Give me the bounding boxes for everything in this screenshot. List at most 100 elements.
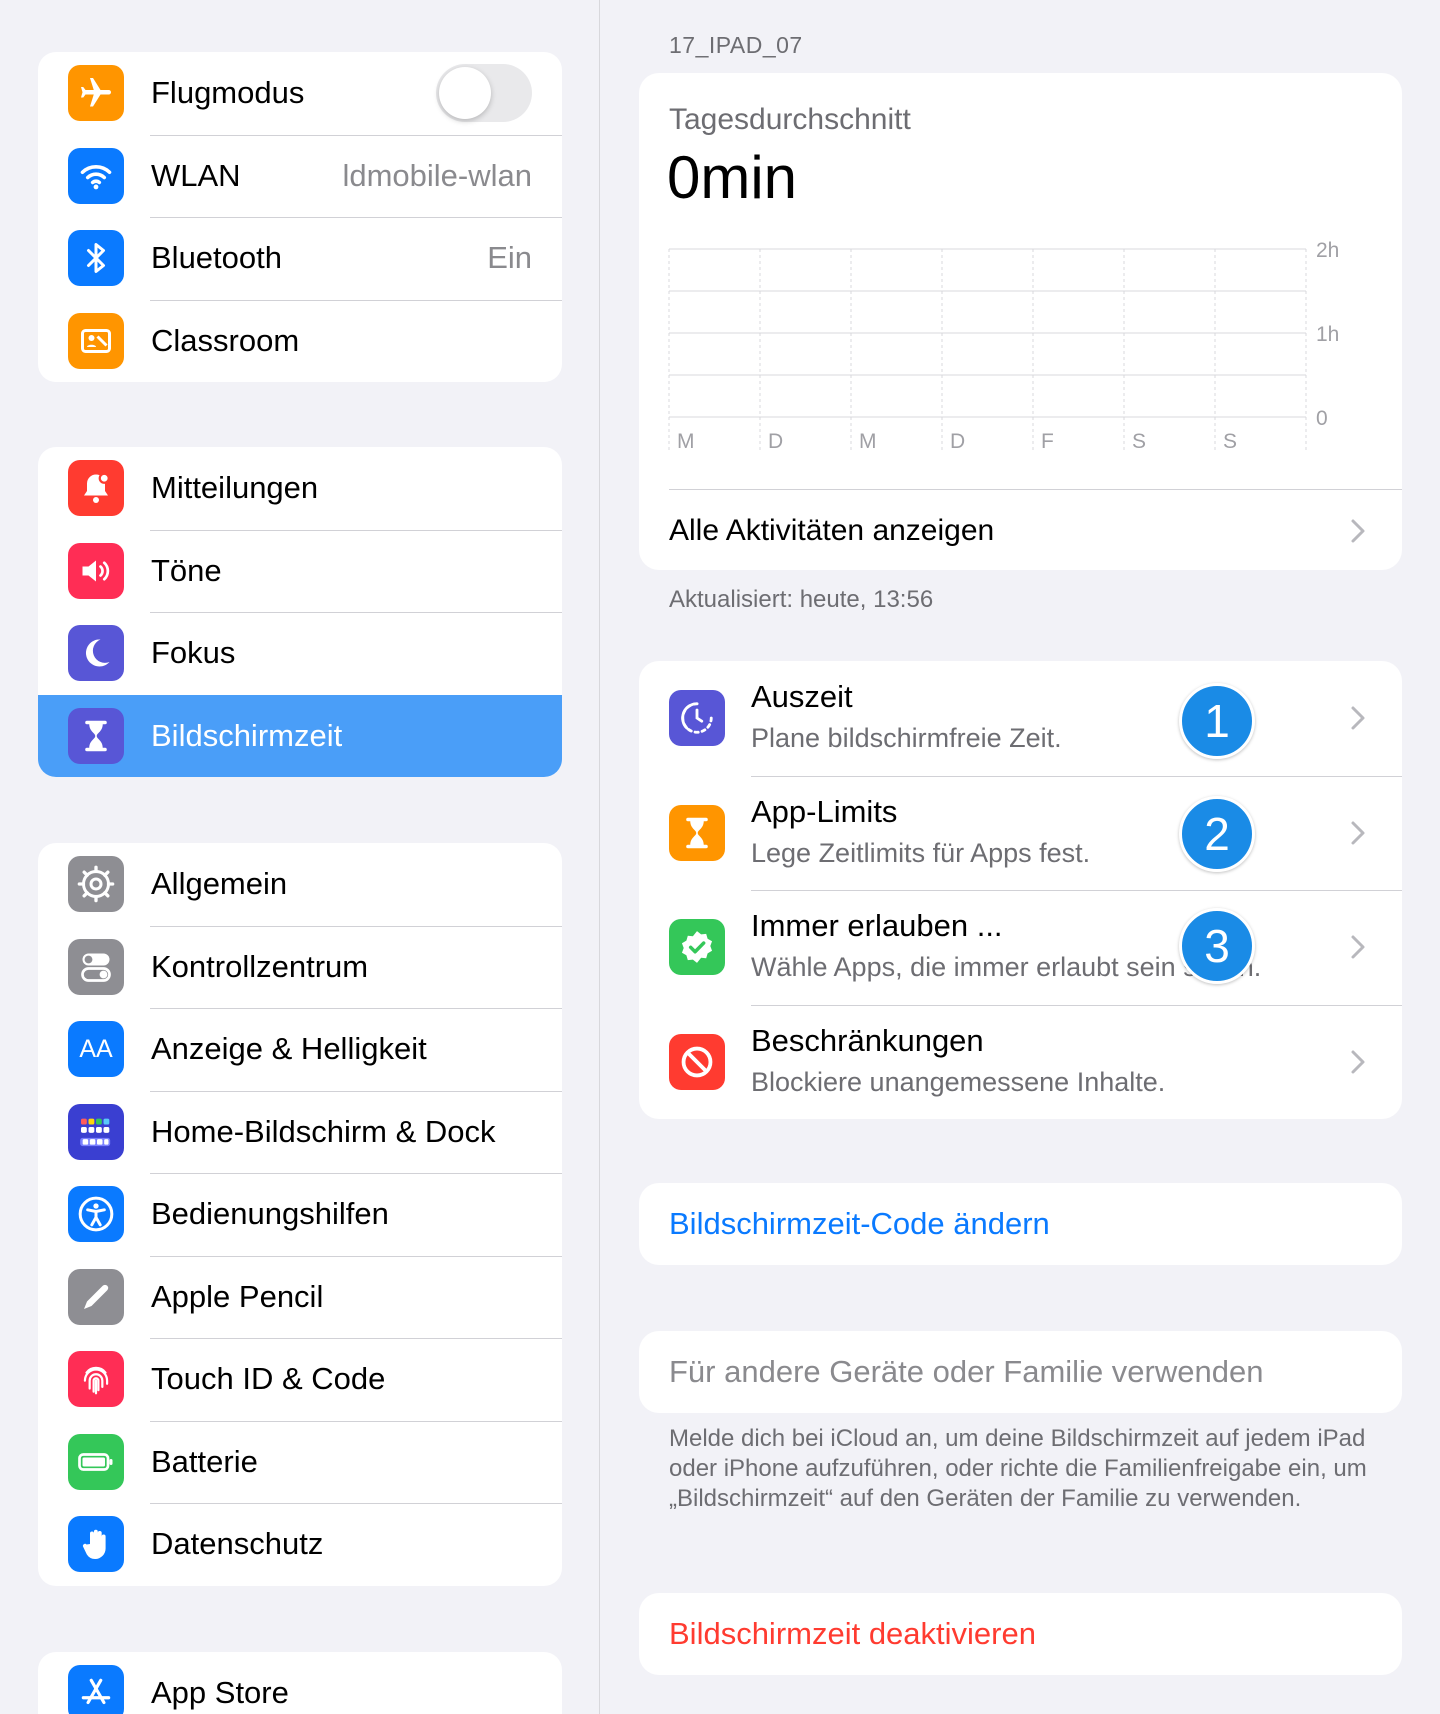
sidebar-item-label: Classroom bbox=[151, 322, 300, 358]
option-app-limits[interactable]: App-Limits Lege Zeitlimits für Apps fest… bbox=[639, 775, 1402, 891]
chart-y-tick-label: 2h bbox=[1316, 239, 1339, 262]
accessibility-icon bbox=[68, 1186, 124, 1243]
option-subtitle: Lege Zeitlimits für Apps fest. bbox=[751, 837, 1091, 868]
chevron-right-icon bbox=[1351, 519, 1365, 542]
fingerprint-icon bbox=[68, 1351, 124, 1408]
wlan-network-value: ldmobile-wlan bbox=[342, 157, 532, 193]
daily-average-card: Tagesdurchschnitt 0min 2h 1h 0 M D M D F S S Alle… bbox=[639, 73, 1402, 570]
option-title: Immer erlauben ... bbox=[751, 908, 1003, 943]
chart-y-tick-label: 1h bbox=[1316, 323, 1339, 346]
option-auszeit[interactable]: Auszeit Plane bildschirmfreie Zeit. bbox=[639, 661, 1402, 776]
chart-x-tick-label: M bbox=[677, 430, 695, 453]
sidebar-item-home-bildschirm[interactable]: Home-Bildschirm & Dock bbox=[38, 1090, 562, 1174]
family-devices-label: Für andere Geräte oder Familie verwenden bbox=[669, 1354, 1264, 1389]
app-grid-icon bbox=[68, 1103, 124, 1160]
sidebar-group-general: Allgemein Kontrollzentrum AA Anzeige & H… bbox=[38, 843, 562, 1586]
sidebar-group-notifications: Mitteilungen Töne Fokus Bildschirmzeit bbox=[38, 447, 562, 777]
toggle-knob bbox=[439, 67, 491, 120]
callout-badge-1: 1 bbox=[1179, 683, 1255, 759]
show-all-activity-row[interactable]: Alle Aktivitäten anzeigen bbox=[669, 489, 1402, 570]
sidebar-item-label: Anzeige & Helligkeit bbox=[151, 1031, 427, 1067]
sidebar-item-bildschirmzeit[interactable]: Bildschirmzeit bbox=[38, 694, 562, 777]
sidebar-item-label: Flugmodus bbox=[151, 75, 305, 111]
wifi-icon bbox=[68, 147, 124, 204]
checkmark-seal-icon bbox=[669, 919, 725, 976]
sidebar-item-mitteilungen[interactable]: Mitteilungen bbox=[38, 447, 562, 530]
hourglass-icon bbox=[669, 804, 725, 861]
sidebar-item-label: Touch ID & Code bbox=[151, 1361, 386, 1397]
chevron-right-icon bbox=[1351, 706, 1365, 730]
classroom-icon bbox=[68, 312, 124, 369]
sidebar-item-label: Bluetooth bbox=[151, 240, 282, 276]
moon-icon bbox=[68, 625, 124, 682]
gear-icon bbox=[68, 856, 124, 913]
option-immer-erlauben[interactable]: Immer erlauben ... Wähle Apps, die immer… bbox=[639, 890, 1402, 1005]
sidebar-item-label: Allgemein bbox=[151, 866, 288, 902]
option-title: Auszeit bbox=[751, 679, 853, 714]
sidebar-item-datenschutz[interactable]: Datenschutz bbox=[38, 1503, 562, 1586]
sidebar-item-anzeige-helligkeit[interactable]: AA Anzeige & Helligkeit bbox=[38, 1008, 562, 1091]
hourglass-icon bbox=[68, 707, 124, 764]
sidebar-item-apple-pencil[interactable]: Apple Pencil bbox=[38, 1255, 562, 1339]
sidebar-item-label: Bedienungshilfen bbox=[151, 1196, 389, 1232]
sidebar-item-label: Batterie bbox=[151, 1443, 258, 1479]
downtime-icon bbox=[669, 690, 725, 747]
option-subtitle: Blockiere unangemessene Inhalte. bbox=[751, 1066, 1166, 1097]
speaker-icon bbox=[68, 542, 124, 599]
airplane-mode-toggle[interactable] bbox=[436, 64, 532, 123]
icloud-footnote: Melde dich bei iCloud an, um deine Bilds… bbox=[669, 1425, 1367, 1512]
chevron-right-icon bbox=[1351, 821, 1365, 845]
change-passcode-label: Bildschirmzeit-Code ändern bbox=[669, 1206, 1050, 1241]
sidebar-item-batterie[interactable]: Batterie bbox=[38, 1420, 562, 1504]
screen-time-options-card: Auszeit Plane bildschirmfreie Zeit. App-… bbox=[639, 661, 1402, 1119]
sidebar-item-label: Bildschirmzeit bbox=[151, 717, 343, 753]
pencil-icon bbox=[68, 1268, 124, 1325]
chevron-right-icon bbox=[1351, 1050, 1365, 1074]
settings-sidebar: Flugmodus WLAN ldmobile-wlan Bluetooth E… bbox=[0, 0, 600, 1714]
chart-x-tick-label: D bbox=[950, 430, 965, 453]
text-size-icon: AA bbox=[68, 1021, 124, 1078]
chart-x-tick-label: D bbox=[768, 430, 783, 453]
deactivate-screen-time-row[interactable]: Bildschirmzeit deaktivieren bbox=[639, 1593, 1402, 1675]
screen-time-detail: 17_IPAD_07 Tagesdurchschnitt 0min 2h 1h 0 M… bbox=[601, 0, 1440, 1714]
sidebar-item-classroom[interactable]: Classroom bbox=[38, 299, 562, 383]
sidebar-item-label: Fokus bbox=[151, 635, 236, 671]
sidebar-group-connectivity: Flugmodus WLAN ldmobile-wlan Bluetooth E… bbox=[38, 52, 562, 382]
sidebar-item-flugmodus[interactable]: Flugmodus bbox=[38, 52, 562, 135]
option-subtitle: Plane bildschirmfreie Zeit. bbox=[751, 723, 1062, 753]
sidebar-item-label: Apple Pencil bbox=[151, 1278, 324, 1314]
sidebar-item-wlan[interactable]: WLAN ldmobile-wlan bbox=[38, 134, 562, 218]
sidebar-item-label: App Store bbox=[151, 1675, 289, 1711]
family-devices-row[interactable]: Für andere Geräte oder Familie verwenden bbox=[639, 1331, 1402, 1413]
app-store-icon bbox=[68, 1665, 124, 1714]
sidebar-item-toene[interactable]: Töne bbox=[38, 529, 562, 613]
hand-icon bbox=[68, 1516, 124, 1573]
chart-y-tick-label: 0 bbox=[1316, 407, 1328, 430]
chart-x-tick-label: M bbox=[859, 430, 877, 453]
text-size-icon-label: AA bbox=[79, 1034, 113, 1063]
sidebar-item-kontrollzentrum[interactable]: Kontrollzentrum bbox=[38, 925, 562, 1009]
sidebar-item-app-store[interactable]: App Store bbox=[38, 1652, 562, 1714]
sidebar-item-label: Kontrollzentrum bbox=[151, 948, 369, 984]
chart-x-tick-label: S bbox=[1223, 430, 1237, 453]
sidebar-item-label: WLAN bbox=[151, 157, 241, 193]
sidebar-item-fokus[interactable]: Fokus bbox=[38, 612, 562, 695]
option-beschraenkungen[interactable]: Beschränkungen Blockiere unangemessene I… bbox=[639, 1004, 1402, 1120]
sidebar-item-bluetooth[interactable]: Bluetooth Ein bbox=[38, 217, 562, 300]
switches-icon bbox=[68, 938, 124, 995]
sidebar-item-allgemein[interactable]: Allgemein bbox=[38, 843, 562, 926]
notifications-bell-icon bbox=[68, 460, 124, 517]
bluetooth-status-value: Ein bbox=[487, 240, 532, 276]
sidebar-item-bedienungshilfen[interactable]: Bedienungshilfen bbox=[38, 1173, 562, 1256]
option-title: App-Limits bbox=[751, 793, 898, 829]
option-title: Beschränkungen bbox=[751, 1022, 984, 1058]
sidebar-item-touch-id[interactable]: Touch ID & Code bbox=[38, 1338, 562, 1421]
chart-x-tick-label: S bbox=[1132, 430, 1146, 453]
deactivate-screen-time-label: Bildschirmzeit deaktivieren bbox=[669, 1616, 1036, 1651]
sidebar-item-label: Mitteilungen bbox=[151, 470, 319, 506]
change-passcode-row[interactable]: Bildschirmzeit-Code ändern bbox=[639, 1183, 1402, 1265]
sidebar-item-label: Home-Bildschirm & Dock bbox=[151, 1113, 496, 1149]
airplane-icon bbox=[68, 65, 124, 122]
restriction-icon bbox=[669, 1033, 725, 1090]
battery-icon bbox=[68, 1433, 124, 1490]
